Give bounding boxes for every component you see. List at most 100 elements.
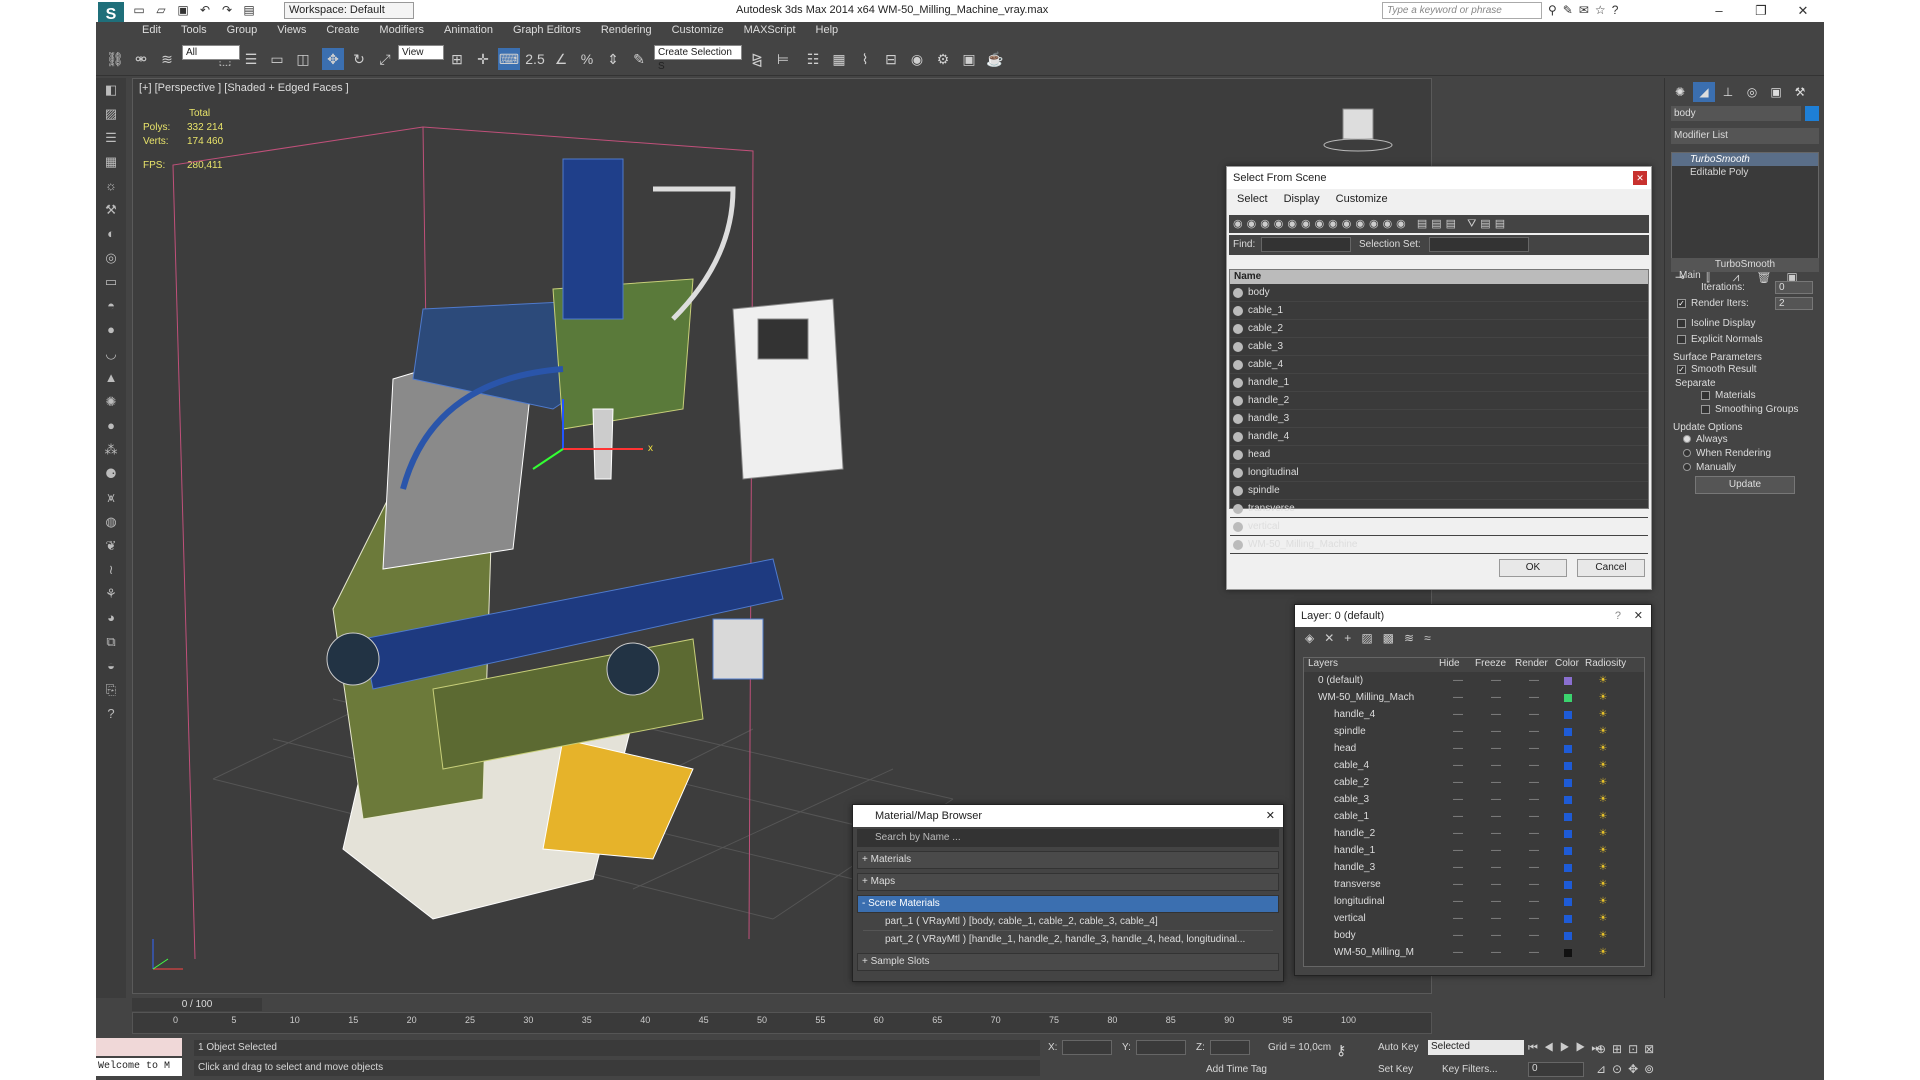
layer-row[interactable]: transverse — — — ☀ xyxy=(1304,876,1644,893)
materials-checkbox[interactable]: Materials xyxy=(1701,390,1756,401)
col-hide[interactable]: Hide xyxy=(1439,658,1475,672)
help-icon[interactable]: ? xyxy=(1615,605,1621,627)
create-icon[interactable]: ◧ xyxy=(96,78,126,102)
render-iters-spinner[interactable]: 2 xyxy=(1775,297,1813,310)
rendered-frame-icon[interactable]: ▣ xyxy=(958,48,980,70)
name-column-header[interactable]: Name xyxy=(1230,270,1648,284)
schematic-view-icon[interactable]: ⊟ xyxy=(880,48,902,70)
find-input[interactable] xyxy=(1261,237,1351,252)
modifier-list-dropdown[interactable]: Modifier List xyxy=(1671,128,1819,144)
workspace-dropdown[interactable]: Workspace: Default xyxy=(284,2,414,19)
sphere-icon[interactable]: ● xyxy=(96,318,126,342)
hide-toggle[interactable]: — xyxy=(1439,879,1477,890)
help-circle-icon[interactable]: ? xyxy=(96,702,126,726)
scene-object-row[interactable]: longitudinal xyxy=(1230,464,1648,482)
render-toggle[interactable]: — xyxy=(1515,845,1553,856)
layer-color-swatch[interactable] xyxy=(1564,710,1572,719)
freeze-toggle[interactable]: — xyxy=(1477,845,1515,856)
render-toggle[interactable]: — xyxy=(1515,947,1553,958)
layer-row[interactable]: handle_2— — — ☀ xyxy=(1304,825,1644,842)
grid-icon[interactable]: ▦ xyxy=(96,150,126,174)
sfs-menu-customize[interactable]: Customize xyxy=(1336,193,1388,205)
hide-toggle[interactable]: — xyxy=(1439,947,1477,958)
utilities-tab-icon[interactable]: ⚒ xyxy=(1789,82,1811,102)
stack-item-turbosmooth[interactable]: TurboSmooth xyxy=(1672,153,1818,166)
hide-all-icon[interactable]: ≋ xyxy=(1404,631,1414,645)
freeze-toggle[interactable]: — xyxy=(1477,879,1515,890)
subscription-icon[interactable]: ✎ xyxy=(1563,3,1573,17)
hierarchy-tab-icon[interactable]: ⊥ xyxy=(1717,82,1739,102)
isoline-checkbox[interactable]: Isoline Display xyxy=(1677,318,1755,329)
hemisphere-icon[interactable]: ◓ xyxy=(96,294,126,318)
scene-materials-section[interactable]: - Scene Materials xyxy=(857,895,1279,913)
layer-row[interactable]: handle_3— — — ☀ xyxy=(1304,859,1644,876)
col-color[interactable]: Color xyxy=(1555,658,1585,672)
radiosity-icon[interactable]: ☀ xyxy=(1583,726,1623,737)
scene-object-row[interactable]: cable_4 xyxy=(1230,356,1648,374)
auto-key-button[interactable]: Auto Key xyxy=(1378,1042,1419,1053)
hide-toggle[interactable]: — xyxy=(1439,930,1477,941)
sfs-menu-select[interactable]: Select xyxy=(1237,193,1268,205)
radiosity-icon[interactable]: ☀ xyxy=(1583,794,1623,805)
cloth-icon[interactable]: ⚘ xyxy=(96,582,126,606)
delete-layer-icon[interactable]: ✕ xyxy=(1324,631,1334,645)
camera-icon[interactable]: ◎ xyxy=(96,246,126,270)
move-icon[interactable]: ✥ xyxy=(322,48,344,70)
freeze-toggle[interactable]: — xyxy=(1477,692,1515,703)
modify-tab-icon[interactable]: ◢ xyxy=(1693,82,1715,102)
freeze-toggle[interactable]: — xyxy=(1477,743,1515,754)
named-selection-dropdown[interactable]: Create Selection S xyxy=(654,45,742,72)
menu-animation[interactable]: Animation xyxy=(434,22,503,40)
render-toggle[interactable]: — xyxy=(1515,913,1553,924)
cone-icon[interactable]: ▲ xyxy=(96,366,126,390)
freeze-toggle[interactable]: — xyxy=(1477,811,1515,822)
layer-color-swatch[interactable] xyxy=(1564,676,1572,685)
layer-row[interactable]: body — — — ☀ xyxy=(1304,927,1644,944)
render-toggle[interactable]: — xyxy=(1515,896,1553,907)
layer-color-swatch[interactable] xyxy=(1564,931,1572,940)
viewcube[interactable] xyxy=(1342,108,1374,140)
layer-row[interactable]: cable_2— — — ☀ xyxy=(1304,774,1644,791)
layer-color-swatch[interactable] xyxy=(1564,761,1572,770)
cylinder-icon[interactable]: ◐ xyxy=(96,222,126,246)
render-frame-icon[interactable]: ⧉ xyxy=(96,630,126,654)
radiosity-icon[interactable]: ☀ xyxy=(1583,879,1623,890)
sun-icon[interactable]: ✺ xyxy=(96,390,126,414)
display-tab-icon[interactable]: ▣ xyxy=(1765,82,1787,102)
hide-toggle[interactable]: — xyxy=(1439,760,1477,771)
layer-color-swatch[interactable] xyxy=(1564,744,1572,753)
layer-color-swatch[interactable] xyxy=(1564,778,1572,787)
ref-coord-dropdown[interactable]: View xyxy=(398,45,444,60)
radiosity-icon[interactable]: ☀ xyxy=(1583,930,1623,941)
freeze-toggle[interactable]: — xyxy=(1477,709,1515,720)
freeze-toggle[interactable]: — xyxy=(1477,726,1515,737)
trackbar[interactable]: 0 5 10 15 20 25 30 35 40 45 50 55 60 65 70 75 80 85 90 95 10… xyxy=(132,1012,1432,1034)
snaps-toggle-icon[interactable]: 2.5 xyxy=(524,48,546,70)
edit-named-selection-icon[interactable]: ✎ xyxy=(628,48,650,70)
layer-row[interactable]: cable_3— — — ☀ xyxy=(1304,791,1644,808)
new-layer-icon[interactable]: ◈ xyxy=(1305,631,1314,645)
layer-color-swatch[interactable] xyxy=(1564,897,1572,906)
layer-row[interactable]: cable_4— — — ☀ xyxy=(1304,757,1644,774)
layer-row[interactable]: head — — — ☀ xyxy=(1304,740,1644,757)
viewcube-ring[interactable] xyxy=(1323,138,1393,152)
layer-color-swatch[interactable] xyxy=(1564,948,1572,957)
layer-color-swatch[interactable] xyxy=(1564,880,1572,889)
render-icon[interactable]: ☕ xyxy=(984,48,1006,70)
set-key-button[interactable]: Set Key xyxy=(1378,1064,1413,1075)
material-item-part2[interactable]: part_2 ( VRayMtl ) [handle_1, handle_2, … xyxy=(863,931,1273,949)
menu-rendering[interactable]: Rendering xyxy=(591,22,662,40)
layer-row[interactable]: spindle — — — ☀ xyxy=(1304,723,1644,740)
object-color-swatch[interactable] xyxy=(1805,106,1819,121)
nav-controls-2[interactable]: ⊿⊙✥⊚ xyxy=(1596,1062,1660,1076)
nav-controls[interactable]: ⊕⊞⊡⊠ xyxy=(1596,1042,1660,1056)
layer-row[interactable]: handle_4— — — ☀ xyxy=(1304,706,1644,723)
y-coord-field[interactable] xyxy=(1136,1040,1186,1055)
object-name-input[interactable]: body xyxy=(1671,106,1801,121)
radiosity-icon[interactable]: ☀ xyxy=(1583,675,1623,686)
create-tab-icon[interactable]: ✺ xyxy=(1669,82,1691,102)
hide-toggle[interactable]: — xyxy=(1439,726,1477,737)
material-editor-icon[interactable]: ◉ xyxy=(906,48,928,70)
render-toggle[interactable]: — xyxy=(1515,777,1553,788)
scene-object-row[interactable]: cable_3 xyxy=(1230,338,1648,356)
